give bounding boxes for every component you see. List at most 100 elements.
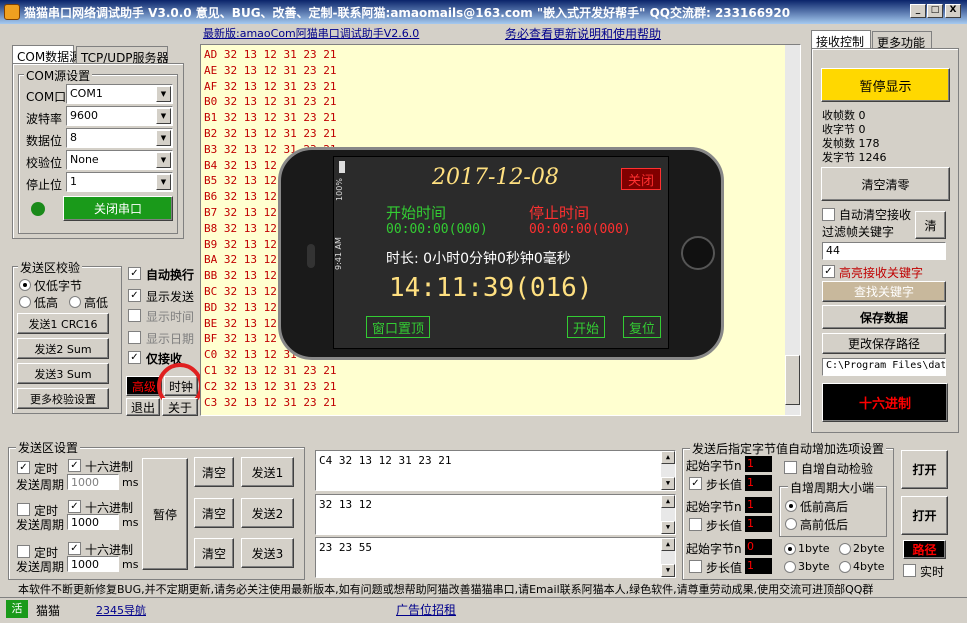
radio-1byte[interactable] — [784, 543, 796, 555]
open-button-2[interactable]: 打开 — [901, 496, 948, 535]
chk-auto-clear[interactable] — [822, 208, 835, 221]
step-input-3[interactable]: 1 — [745, 558, 772, 574]
chevron-down-icon[interactable]: ▼ — [156, 174, 171, 190]
databits-select[interactable]: 8 ▼ — [66, 128, 173, 148]
chk-auto-wrap[interactable]: ✓ — [128, 267, 141, 280]
scroll-up-icon[interactable]: ▲ — [661, 538, 675, 551]
radio-4byte[interactable] — [839, 561, 851, 573]
find-keyword-button[interactable]: 查找关键字 — [822, 281, 946, 302]
maximize-button[interactable]: □ — [927, 4, 943, 18]
scroll-down-icon[interactable]: ▼ — [661, 521, 675, 534]
send-textbox-3[interactable]: 23 23 55 ▲ ▼ — [315, 537, 676, 578]
send-3-scrollbar[interactable]: ▲ ▼ — [661, 538, 675, 577]
chk-timed-3[interactable] — [17, 545, 30, 558]
scroll-up-icon[interactable]: ▲ — [661, 495, 675, 508]
period-input-3[interactable]: 1000 — [67, 556, 119, 572]
clear-send-1-button[interactable]: 清空 — [194, 457, 234, 487]
chevron-down-icon[interactable]: ▼ — [156, 130, 171, 146]
radio-low-byte[interactable] — [19, 279, 31, 291]
send1-crc16-button[interactable]: 发送1 CRC16 — [17, 313, 109, 334]
send-1-button[interactable]: 发送1 — [241, 457, 294, 487]
nav-link[interactable]: 2345导航 — [96, 602, 146, 618]
clear-send-2-button[interactable]: 清空 — [194, 498, 234, 528]
receive-scrollbar[interactable] — [785, 45, 800, 415]
send-2-button[interactable]: 发送2 — [241, 498, 294, 528]
chk-show-date[interactable] — [128, 331, 141, 344]
tab-recv-control[interactable]: 接收控制 — [811, 30, 871, 49]
start-byte-input-3[interactable]: 0 — [745, 539, 772, 555]
radio-low-first[interactable] — [785, 500, 797, 512]
send-2-scrollbar[interactable]: ▲ ▼ — [661, 495, 675, 534]
chk-show-send[interactable]: ✓ — [128, 289, 141, 302]
send-textbox-1[interactable]: C4 32 13 12 31 23 21 ▲ ▼ — [315, 450, 676, 491]
radio-2byte[interactable] — [839, 543, 851, 555]
more-checksum-button[interactable]: 更多校验设置 — [17, 388, 109, 409]
radio-low-high[interactable] — [19, 296, 31, 308]
parity-select[interactable]: None ▼ — [66, 150, 173, 170]
clock-close-button[interactable]: 关闭 — [621, 168, 661, 190]
help-link[interactable]: 务必查看更新说明和使用帮助 — [505, 25, 661, 42]
start-byte-input-2[interactable]: 1 — [745, 497, 772, 513]
radio-3byte[interactable] — [784, 561, 796, 573]
minimize-button[interactable]: _ — [910, 4, 926, 18]
tab-tcp-udp[interactable]: TCP/UDP服务器 — [76, 46, 169, 65]
ad-link[interactable]: 广告位招租 — [396, 601, 456, 618]
start-byte-input-1[interactable]: 1 — [745, 456, 772, 472]
clock-start-button[interactable]: 开始 — [567, 316, 605, 338]
chk-recv-only[interactable]: ✓ — [128, 351, 141, 364]
step-input-2[interactable]: 1 — [745, 516, 772, 532]
stopbits-select[interactable]: 1 ▼ — [66, 172, 173, 192]
save-data-button[interactable]: 保存数据 — [822, 305, 946, 329]
clear-count-button[interactable]: 清空清零 — [821, 167, 950, 201]
send2-sum-button[interactable]: 发送2 Sum — [17, 338, 109, 359]
change-path-button[interactable]: 更改保存路径 — [822, 333, 946, 354]
pause-send-button[interactable]: 暂停 — [142, 458, 188, 570]
chk-hex-3[interactable]: ✓ — [68, 542, 81, 555]
close-button[interactable]: X — [945, 4, 961, 18]
chk-show-time[interactable] — [128, 309, 141, 322]
chk-auto-check[interactable] — [784, 461, 797, 474]
about-button[interactable]: 关于 — [162, 398, 198, 416]
chk-step-3[interactable] — [689, 560, 702, 573]
scroll-down-icon[interactable]: ▼ — [661, 477, 675, 490]
tab-more-functions[interactable]: 更多功能 — [872, 31, 932, 50]
exit-button[interactable]: 退出 — [126, 398, 160, 416]
send-textbox-2[interactable]: 32 13 12 ▲ ▼ — [315, 494, 676, 535]
chevron-down-icon[interactable]: ▼ — [156, 86, 171, 102]
close-port-button[interactable]: 关闭串口 — [63, 196, 173, 221]
com-port-select[interactable]: COM1 ▼ — [66, 84, 173, 104]
send3-sum-button[interactable]: 发送3 Sum — [17, 363, 109, 384]
tab-com-source[interactable]: COM数据源 — [12, 45, 81, 64]
chevron-down-icon[interactable]: ▼ — [156, 152, 171, 168]
chk-timed-2[interactable] — [17, 503, 30, 516]
open-button-1[interactable]: 打开 — [901, 450, 948, 489]
version-link[interactable]: 最新版:amaoCom阿猫串口调试助手V2.6.0 — [203, 25, 419, 41]
radio-high-first[interactable] — [785, 518, 797, 530]
path-button[interactable]: 路径 — [903, 540, 946, 559]
chk-hex-1[interactable]: ✓ — [68, 459, 81, 472]
scroll-up-icon[interactable]: ▲ — [661, 451, 675, 464]
send-1-scrollbar[interactable]: ▲ ▼ — [661, 451, 675, 490]
filter-input[interactable]: 44 — [822, 242, 946, 260]
chk-realtime[interactable] — [903, 564, 916, 577]
chk-timed-1[interactable]: ✓ — [17, 461, 30, 474]
scroll-down-icon[interactable]: ▼ — [661, 564, 675, 577]
step-input-1[interactable]: 1 — [745, 475, 772, 491]
chk-highlight[interactable]: ✓ — [822, 265, 835, 278]
clock-reset-button[interactable]: 复位 — [623, 316, 661, 338]
pin-window-button[interactable]: 窗口置顶 — [366, 316, 430, 338]
period-input-2[interactable]: 1000 — [67, 514, 119, 530]
hex-recv-button[interactable]: 十六进制 — [822, 383, 948, 422]
send-3-button[interactable]: 发送3 — [241, 538, 294, 568]
chk-step-1[interactable]: ✓ — [689, 477, 702, 490]
save-path-input[interactable]: C:\Program Files\dat — [822, 358, 946, 376]
pause-display-button[interactable]: 暂停显示 — [821, 68, 950, 102]
clear-send-3-button[interactable]: 清空 — [194, 538, 234, 568]
chk-hex-2[interactable]: ✓ — [68, 500, 81, 513]
period-input-1[interactable]: 1000 — [67, 474, 119, 490]
clear-filter-button[interactable]: 清 — [915, 211, 946, 239]
radio-high-low[interactable] — [69, 296, 81, 308]
scroll-thumb[interactable] — [785, 355, 800, 405]
baud-select[interactable]: 9600 ▼ — [66, 106, 173, 126]
chk-step-2[interactable] — [689, 518, 702, 531]
